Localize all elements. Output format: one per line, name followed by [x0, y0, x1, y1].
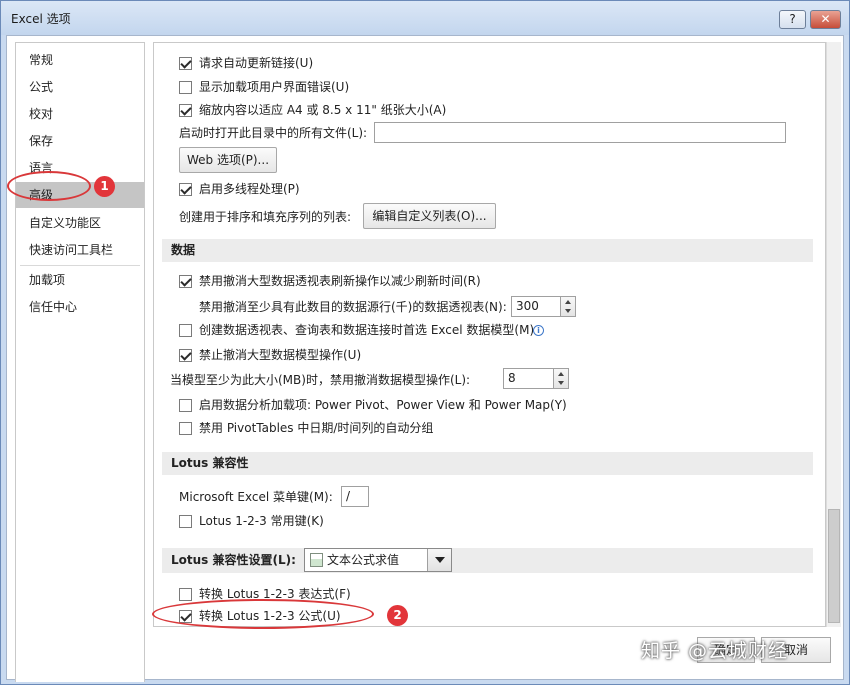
- dialog-client: 常规 公式 校对 保存 语言 高级 自定义功能区 快速访问工具栏 加载项 信任中…: [6, 35, 844, 682]
- nav-item-quick-access-toolbar[interactable]: 快速访问工具栏: [16, 237, 144, 263]
- checkbox[interactable]: [179, 422, 192, 435]
- sheet-icon: [310, 553, 323, 567]
- checkbox[interactable]: [179, 183, 192, 196]
- section-header-lotus-compat: Lotus 兼容性: [162, 452, 813, 475]
- nav-item-save[interactable]: 保存: [16, 128, 144, 154]
- checkbox[interactable]: [179, 324, 192, 337]
- edit-custom-lists-button[interactable]: 编辑自定义列表(O)...: [363, 203, 496, 229]
- window-title: Excel 选项: [11, 12, 71, 26]
- checkbox[interactable]: [179, 275, 192, 288]
- section-header-lotus-settings: Lotus 兼容性设置(L):: [162, 548, 813, 573]
- chevron-down-icon[interactable]: [427, 549, 451, 571]
- annotation-number-2: 2: [387, 605, 408, 626]
- checkbox[interactable]: [179, 349, 192, 362]
- excel-options-window: Excel 选项 ? ✕ 常规 公式 校对 保存 语言 高级 自定义功能区 快速…: [0, 0, 850, 685]
- checkbox[interactable]: [179, 104, 192, 117]
- startup-folder-input[interactable]: [374, 122, 786, 143]
- model-size-input[interactable]: 8: [503, 368, 555, 389]
- main-scrollbar[interactable]: [826, 42, 841, 627]
- info-icon[interactable]: i: [533, 325, 544, 336]
- nav-item-customize-ribbon[interactable]: 自定义功能区: [16, 210, 144, 236]
- nav-item-addins[interactable]: 加载项: [16, 267, 144, 293]
- model-size-spinner[interactable]: [553, 368, 569, 389]
- nav-item-proofing[interactable]: 校对: [16, 101, 144, 127]
- section-header-data: 数据: [162, 239, 813, 262]
- checkbox[interactable]: [179, 399, 192, 412]
- lotus-sheet-select[interactable]: 文本公式求值: [304, 548, 452, 572]
- close-button[interactable]: ✕: [810, 10, 841, 29]
- advanced-settings-panel: 请求自动更新链接(U) 显示加载项用户界面错误(U) 缩放内容以适应 A4 或 …: [153, 42, 826, 627]
- highlight-ellipse-transition-formula: [152, 599, 374, 629]
- web-options-button[interactable]: Web 选项(P)...: [179, 147, 277, 173]
- nav-divider: [20, 265, 140, 266]
- sort-fill-label: 创建用于排序和填充序列的列表:: [179, 210, 352, 224]
- checkbox[interactable]: [179, 81, 192, 94]
- menu-key-label: Microsoft Excel 菜单键(M):: [179, 490, 333, 504]
- pivot-rows-spinner[interactable]: [560, 296, 576, 317]
- scrollbar-thumb[interactable]: [828, 509, 840, 623]
- pivot-rows-label: 禁用撤消至少具有此数目的数据源行(千)的数据透视表(N):: [199, 300, 507, 314]
- model-size-label: 当模型至少为此大小(MB)时，禁用撤消数据模型操作(L):: [170, 373, 471, 387]
- lotus-sheet-value: 文本公式求值: [327, 553, 400, 567]
- highlight-ellipse-advanced: [7, 171, 91, 201]
- checkbox[interactable]: [179, 57, 192, 70]
- annotation-number-1: 1: [94, 176, 115, 197]
- nav-item-general[interactable]: 常规: [16, 47, 144, 73]
- checkbox[interactable]: [179, 588, 192, 601]
- startup-folder-label: 启动时打开此目录中的所有文件(L):: [179, 126, 368, 140]
- nav-item-trust-center[interactable]: 信任中心: [16, 294, 144, 320]
- lotus-settings-label: Lotus 兼容性设置(L):: [171, 553, 296, 567]
- watermark-text: 知乎 @云城财经: [641, 640, 789, 662]
- help-button[interactable]: ?: [779, 10, 806, 29]
- options-nav: 常规 公式 校对 保存 语言 高级 自定义功能区 快速访问工具栏 加载项 信任中…: [15, 42, 145, 682]
- checkbox[interactable]: [179, 515, 192, 528]
- nav-item-formulas[interactable]: 公式: [16, 74, 144, 100]
- title-bar: Excel 选项 ? ✕: [1, 1, 849, 35]
- pivot-rows-input[interactable]: 300: [511, 296, 561, 317]
- menu-key-input[interactable]: /: [341, 486, 369, 507]
